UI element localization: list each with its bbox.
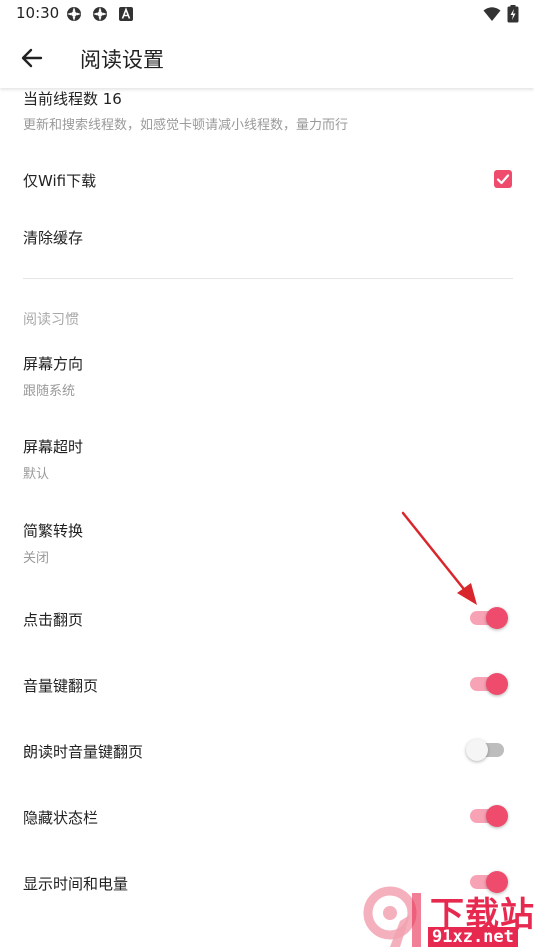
pref-title: 朗读时音量键翻页 (23, 743, 144, 761)
pref-hide-status-bar[interactable]: 隐藏状态栏 (0, 792, 534, 848)
status-bar: 10:30 (0, 0, 534, 28)
pref-volume-key-turn-page[interactable]: 音量键翻页 (0, 660, 534, 716)
switch-thumb (466, 739, 488, 761)
back-button[interactable] (12, 38, 52, 78)
pref-title: 音量键翻页 (23, 677, 99, 695)
watermark-logo: 下载站 91xz.net (360, 885, 534, 950)
pref-title: 简繁转换 (23, 522, 84, 540)
pref-thread-count[interactable]: 当前线程数 16 更新和搜索线程数，如感觉卡顿请减小线程数，量力而行 (0, 88, 534, 138)
pref-title: 屏幕方向 (23, 355, 84, 373)
switch-thumb (486, 607, 508, 629)
switch-thumb (486, 805, 508, 827)
page-title: 阅读设置 (80, 48, 164, 72)
pref-screen-timeout[interactable]: 屏幕超时 默认 (0, 426, 534, 500)
pref-title: 清除缓存 (23, 229, 84, 247)
pref-title: 仅Wifi下载 (23, 172, 97, 190)
hide-status-bar-switch[interactable] (466, 802, 512, 830)
wifi-only-checkbox[interactable] (494, 170, 512, 188)
annotation-arrow-icon (401, 511, 477, 605)
pref-summary: 关闭 (23, 551, 50, 566)
pref-wifi-only[interactable]: 仅Wifi下载 (0, 151, 534, 207)
category-title: 阅读习惯 (23, 312, 79, 328)
pref-summary: 默认 (23, 467, 50, 482)
watermark-url: 91xz.net (428, 927, 518, 947)
pref-title: 点击翻页 (23, 611, 84, 629)
pref-screen-orientation[interactable]: 屏幕方向 跟随系统 (0, 342, 534, 416)
pref-title: 显示时间和电量 (23, 875, 129, 893)
battery-icon (507, 5, 519, 23)
read-aloud-volume-key-switch[interactable] (466, 736, 512, 764)
pref-title: 隐藏状态栏 (23, 809, 99, 827)
switch-thumb (486, 673, 508, 695)
wifi-icon (483, 7, 501, 21)
pref-title: 屏幕超时 (23, 438, 84, 456)
pref-summary: 更新和搜索线程数，如感觉卡顿请减小线程数，量力而行 (23, 118, 349, 133)
volume-key-turn-page-switch[interactable] (466, 670, 512, 698)
pref-read-aloud-volume-key[interactable]: 朗读时音量键翻页 (0, 726, 534, 782)
app-bar: 阅读设置 (0, 28, 534, 88)
pref-summary: 跟随系统 (23, 384, 76, 399)
arrow-left-icon (21, 48, 43, 68)
watermark-91-icon (363, 886, 421, 947)
settings-icon (93, 7, 107, 21)
notification-a-icon (119, 7, 133, 21)
status-time: 10:30 (16, 4, 60, 22)
divider (23, 278, 513, 279)
pref-title: 当前线程数 16 (23, 90, 122, 108)
check-icon (496, 174, 510, 185)
settings-icon (67, 7, 81, 21)
pref-clear-cache[interactable]: 清除缓存 (0, 208, 534, 264)
